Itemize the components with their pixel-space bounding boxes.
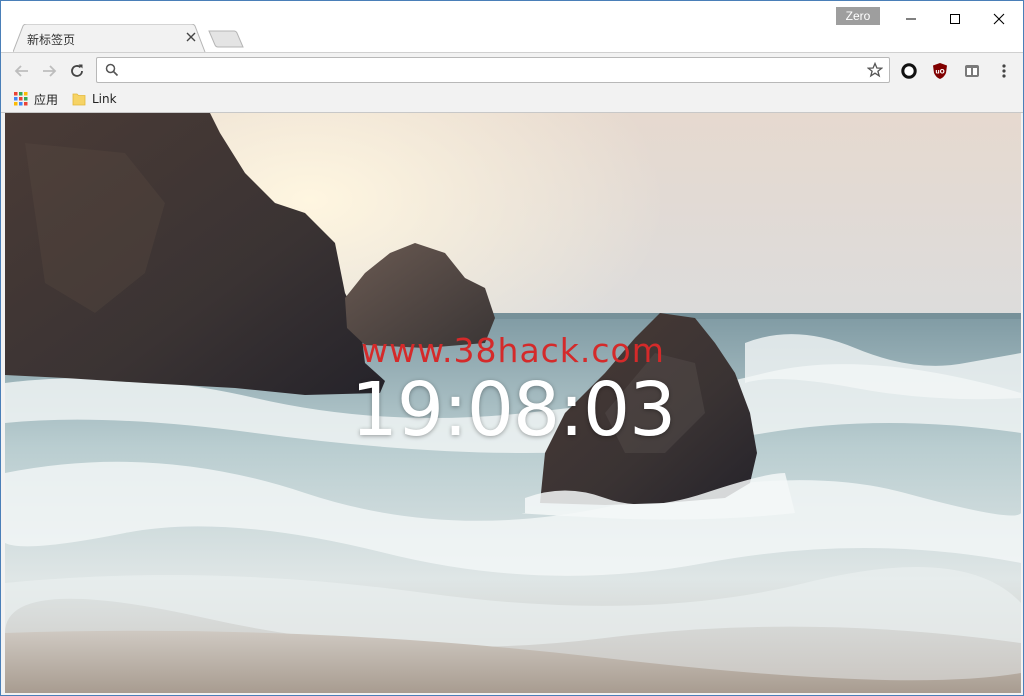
- bookmark-star-icon[interactable]: [866, 61, 884, 83]
- close-button[interactable]: [977, 5, 1021, 33]
- tab-title: 新标签页: [27, 33, 76, 47]
- folder-icon: [72, 93, 86, 106]
- forward-button[interactable]: [37, 59, 61, 83]
- maximize-icon: [950, 14, 960, 24]
- new-tab-page: www.38hack.com 19:08:03: [5, 113, 1021, 693]
- clock: 19:08:03: [350, 367, 676, 453]
- close-icon: [993, 13, 1005, 25]
- profile-badge[interactable]: Zero: [836, 7, 880, 25]
- svg-text:uO: uO: [935, 69, 944, 76]
- ublock-icon[interactable]: uO: [930, 61, 950, 81]
- bookmark-apps[interactable]: 应用: [14, 90, 58, 108]
- reload-icon: [71, 64, 83, 77]
- address-input[interactable]: [125, 61, 859, 81]
- title-bar: 新标签页 Zero: [1, 1, 1023, 52]
- bookmark-folder-link[interactable]: Link: [72, 90, 117, 108]
- new-tab-button[interactable]: [208, 30, 246, 48]
- back-icon: [14, 65, 28, 77]
- menu-icon[interactable]: [994, 61, 1014, 81]
- forward-icon: [43, 65, 57, 77]
- bookmark-apps-label: 应用: [34, 92, 59, 107]
- circle-extension-icon[interactable]: [899, 61, 919, 81]
- address-bar[interactable]: [96, 57, 890, 83]
- toolbar: uO: [1, 52, 1023, 88]
- minimize-button[interactable]: [889, 5, 933, 33]
- tab-manager-icon[interactable]: [962, 61, 982, 81]
- reload-button[interactable]: [65, 59, 89, 83]
- apps-grid-icon: [14, 92, 28, 106]
- search-icon: [105, 63, 119, 82]
- bookmark-link-label: Link: [92, 92, 117, 106]
- bookmarks-bar: 应用 Link: [1, 87, 1023, 113]
- maximize-button[interactable]: [933, 5, 977, 33]
- tab-close-icon[interactable]: [184, 30, 198, 44]
- tab-new-tab[interactable]: 新标签页: [13, 24, 206, 52]
- back-button[interactable]: [10, 59, 34, 83]
- watermark-text: www.38hack.com: [361, 331, 665, 370]
- browser-window: 新标签页 Zero uO 应用 Link www.38hack.com 19:0…: [0, 0, 1024, 696]
- minimize-icon: [906, 18, 916, 20]
